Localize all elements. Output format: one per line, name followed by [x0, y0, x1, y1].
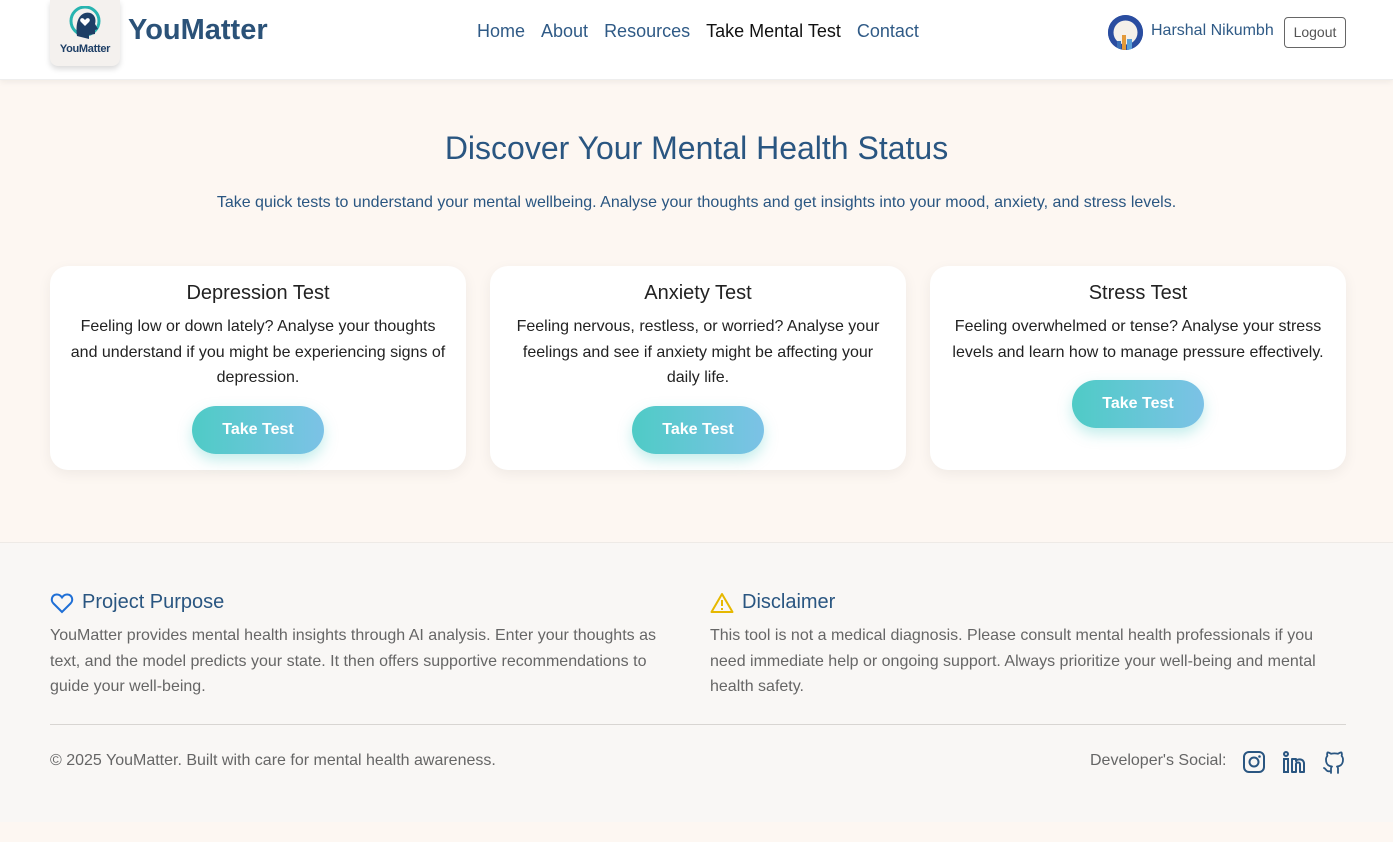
nav-resources[interactable]: Resources [604, 21, 690, 42]
brand-name[interactable]: YouMatter [128, 14, 268, 47]
take-anxiety-test-button[interactable]: Take Test [632, 406, 764, 454]
card-title: Stress Test [1088, 282, 1188, 304]
github-icon[interactable] [1322, 750, 1346, 774]
navbar: YouMatter YouMatter Home About Resources… [0, 0, 1393, 80]
logout-button[interactable]: Logout [1284, 17, 1346, 48]
avatar-image [1108, 15, 1143, 50]
anxiety-test-card: Anxiety Test Feeling nervous, restless, … [490, 266, 906, 470]
nav-take-mental-test[interactable]: Take Mental Test [706, 21, 841, 42]
page-subtitle: Take quick tests to understand your ment… [216, 194, 1177, 211]
logo[interactable]: YouMatter [50, 0, 120, 66]
project-purpose-title: Project Purpose [82, 591, 225, 613]
nav-about[interactable]: About [541, 21, 588, 42]
heart-icon [50, 593, 74, 614]
instagram-icon[interactable] [1242, 750, 1266, 774]
card-description: Feeling overwhelmed or tense? Analyse yo… [952, 318, 1324, 361]
disclaimer-text: This tool is not a medical diagnosis. Pl… [710, 627, 1316, 695]
stress-test-card: Stress Test Feeling overwhelmed or tense… [930, 266, 1346, 470]
footer: Project Purpose YouMatter provides menta… [0, 542, 1393, 822]
take-depression-test-button[interactable]: Take Test [192, 406, 324, 454]
copyright: © 2025 YouMatter. Built with care for me… [50, 752, 496, 769]
card-description: Feeling low or down lately? Analyse your… [70, 318, 446, 386]
avatar[interactable] [1108, 15, 1143, 50]
card-description: Feeling nervous, restless, or worried? A… [516, 318, 880, 386]
card-title: Depression Test [186, 282, 330, 304]
social-label: Developer's Social: [1090, 752, 1227, 769]
nav-contact[interactable]: Contact [857, 21, 919, 42]
footer-divider [50, 724, 1346, 725]
linkedin-icon[interactable] [1282, 750, 1306, 774]
depression-test-card: Depression Test Feeling low or down late… [50, 266, 466, 470]
warning-icon [710, 593, 734, 613]
head-heart-icon [69, 6, 101, 39]
page-title: Discover Your Mental Health Status [444, 130, 949, 166]
disclaimer-title: Disclaimer [742, 591, 836, 613]
card-title: Anxiety Test [644, 282, 752, 304]
logo-text: YouMatter [59, 43, 111, 55]
project-purpose-text: YouMatter provides mental health insight… [50, 627, 656, 695]
main-nav: Home About Resources Take Mental Test Co… [477, 21, 935, 42]
nav-home[interactable]: Home [477, 21, 525, 42]
user-name[interactable]: Harshal Nikumbh [1151, 22, 1274, 40]
take-stress-test-button[interactable]: Take Test [1072, 380, 1204, 428]
